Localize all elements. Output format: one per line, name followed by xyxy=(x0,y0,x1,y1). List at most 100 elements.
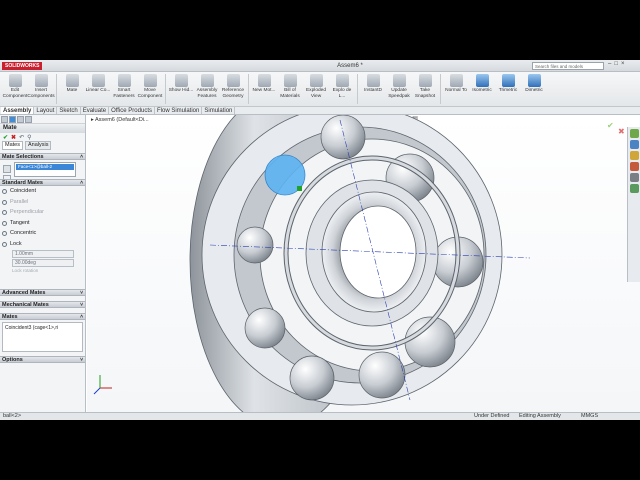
options-header[interactable]: Options ˅ xyxy=(0,356,85,363)
coincident-icon xyxy=(2,189,7,194)
file-explorer-icon[interactable] xyxy=(630,151,639,160)
toolbar-button[interactable]: Trimetric xyxy=(495,72,521,106)
toolbar-button[interactable]: Isometric xyxy=(469,72,495,106)
svg-text:✔: ✔ xyxy=(607,121,614,130)
toolbar-button[interactable]: Move Component xyxy=(137,72,163,106)
toolbar-button[interactable]: InstantD xyxy=(360,72,386,106)
selection-item[interactable]: Face<1>@ball-2 xyxy=(16,164,74,170)
mate-selections-list[interactable]: Face<1>@ball-2 xyxy=(14,162,76,177)
mate-selections-header[interactable]: Mate Selections ˄ xyxy=(0,153,85,160)
toolbar-button-label: Dimetric xyxy=(525,88,543,93)
toolbar-button[interactable]: Assembly Features xyxy=(194,72,220,106)
toolbar-button[interactable]: Update Speedpak xyxy=(386,72,412,106)
toolbar-button[interactable]: Mate xyxy=(59,72,85,106)
chevron-up-icon: ˄ xyxy=(80,154,83,160)
solidworks-logo: SOLIDWORKS xyxy=(2,62,43,70)
tab-office-products[interactable]: Office Products xyxy=(109,107,155,114)
toolbar-button-label: Bill of Materials xyxy=(280,88,300,99)
tangent-icon xyxy=(2,220,7,226)
ball[interactable] xyxy=(320,115,366,160)
toolbar-button[interactable]: Explo de L... xyxy=(329,72,355,106)
configuration-manager-icon[interactable] xyxy=(17,116,24,123)
resources-icon[interactable] xyxy=(630,129,639,138)
mechanical-mates-header[interactable]: Mechanical Mates ˅ xyxy=(0,301,85,308)
undo-icon[interactable]: ↶ xyxy=(19,134,24,141)
minimize-icon[interactable]: – xyxy=(608,61,611,67)
toolbar-button[interactable]: Linear Co... xyxy=(85,72,111,106)
lock-rotation-checkbox[interactable]: Lock rotation xyxy=(12,268,85,275)
selection-filter-icon[interactable] xyxy=(3,165,11,173)
mate-option-label: Coincident xyxy=(10,188,36,194)
feature-manager-icon[interactable] xyxy=(1,116,8,123)
dimxpert-icon[interactable] xyxy=(25,116,32,123)
ball[interactable] xyxy=(244,307,286,349)
tab-sketch[interactable]: Sketch xyxy=(57,107,81,114)
toolbar-button[interactable]: New Mot... xyxy=(251,72,277,106)
mate-option-label: Tangent xyxy=(10,219,30,226)
tab-flow-simulation[interactable]: Flow Simulation xyxy=(155,107,203,114)
toolbar-button[interactable]: Insert Components xyxy=(27,72,55,106)
mate-option-perpendicular[interactable]: Perpendicular xyxy=(0,207,85,218)
toolbar-separator xyxy=(248,74,249,104)
toolbar-button-label: Mate xyxy=(66,88,78,93)
status-units[interactable]: MMGS xyxy=(581,413,598,420)
mates-header[interactable]: Mates ˄ xyxy=(0,313,85,320)
tab-evaluate[interactable]: Evaluate xyxy=(81,107,110,114)
design-library-icon[interactable] xyxy=(630,140,639,149)
toolbar-button[interactable]: Edit Component xyxy=(2,72,28,106)
ball[interactable] xyxy=(358,351,406,399)
insert-components-icon xyxy=(34,74,48,87)
toolbar-button[interactable]: Show Hid... xyxy=(168,72,194,106)
toolbar-button[interactable]: Smart Fasteners xyxy=(111,72,137,106)
tab-layout[interactable]: Layout xyxy=(34,107,58,114)
toolbar-button[interactable]: Normal To xyxy=(443,72,469,106)
tab-assembly[interactable]: Assembly xyxy=(1,107,35,114)
distance-field[interactable]: 1.00mm xyxy=(12,250,74,258)
tab-simulation[interactable]: Simulation xyxy=(202,107,236,114)
confirmation-corner[interactable]: ✔ ✖ xyxy=(607,121,625,136)
close-icon[interactable]: × xyxy=(621,61,625,67)
mate-option-parallel[interactable]: Parallel xyxy=(0,197,85,208)
isometric-icon xyxy=(475,74,489,87)
snapshot-icon xyxy=(418,74,432,87)
smart-fasteners-icon xyxy=(117,74,131,87)
toolbar-button[interactable]: Dimetric xyxy=(521,72,547,106)
pin-icon[interactable]: ⚲ xyxy=(27,134,31,141)
custom-properties-icon[interactable] xyxy=(630,184,639,193)
speedpak-icon xyxy=(392,74,406,87)
cancel-icon[interactable]: ✖ xyxy=(11,134,16,141)
ball[interactable] xyxy=(289,355,335,401)
tab-analysis[interactable]: Analysis xyxy=(24,141,52,150)
toolbar-separator xyxy=(440,74,441,104)
mates-list[interactable]: Coincident3 (cage<1>,ri xyxy=(2,322,83,352)
toolbar-button[interactable]: Bill of Materials xyxy=(277,72,303,106)
graphics-area[interactable]: ▸ Assem6 (Default<Di... ⌕ ⊕ ◫ ▣ ◐ ◉ ● ▤ xyxy=(87,115,640,412)
toolbar-button-label: Reference Geometry xyxy=(221,88,245,99)
mate-option-concentric[interactable]: Concentric xyxy=(0,228,85,239)
ok-icon[interactable]: ✔ xyxy=(3,134,8,141)
mate-option-lock[interactable]: Lock xyxy=(0,239,85,250)
toolbar-button[interactable]: Exploded View xyxy=(303,72,329,106)
view-palette-icon[interactable] xyxy=(630,162,639,171)
standard-mates-header[interactable]: Standard Mates ˄ xyxy=(0,179,85,186)
property-manager-icon[interactable] xyxy=(9,116,16,123)
toolbar-button[interactable]: Take Snapshot xyxy=(412,72,438,106)
tab-mates[interactable]: Mates xyxy=(2,141,23,150)
exploded-view-icon xyxy=(309,74,323,87)
chevron-down-icon: ˅ xyxy=(80,290,83,296)
triad-icon xyxy=(93,375,112,395)
mate-handle[interactable] xyxy=(297,186,302,191)
advanced-mates-header[interactable]: Advanced Mates ˅ xyxy=(0,289,85,296)
status-bar: ball<2> Under Defined Editing Assembly M… xyxy=(0,412,640,420)
maximize-icon[interactable]: □ xyxy=(614,61,618,67)
mate-option-coincident[interactable]: Coincident xyxy=(0,186,85,197)
mate-list-item[interactable]: Coincident3 (cage<1>,ri xyxy=(5,325,80,331)
toolbar-button[interactable]: Reference Geometry xyxy=(220,72,246,106)
mate-option-tangent[interactable]: Tangent xyxy=(0,218,85,229)
search-input[interactable]: Search files and models xyxy=(532,62,604,70)
bearing-model[interactable]: ✔ ✖ xyxy=(87,115,640,412)
angle-field[interactable]: 30.00deg xyxy=(12,259,74,267)
appearances-icon[interactable] xyxy=(630,173,639,182)
toolbar-button-label: Assembly Features xyxy=(196,88,218,99)
ball[interactable] xyxy=(236,226,274,264)
